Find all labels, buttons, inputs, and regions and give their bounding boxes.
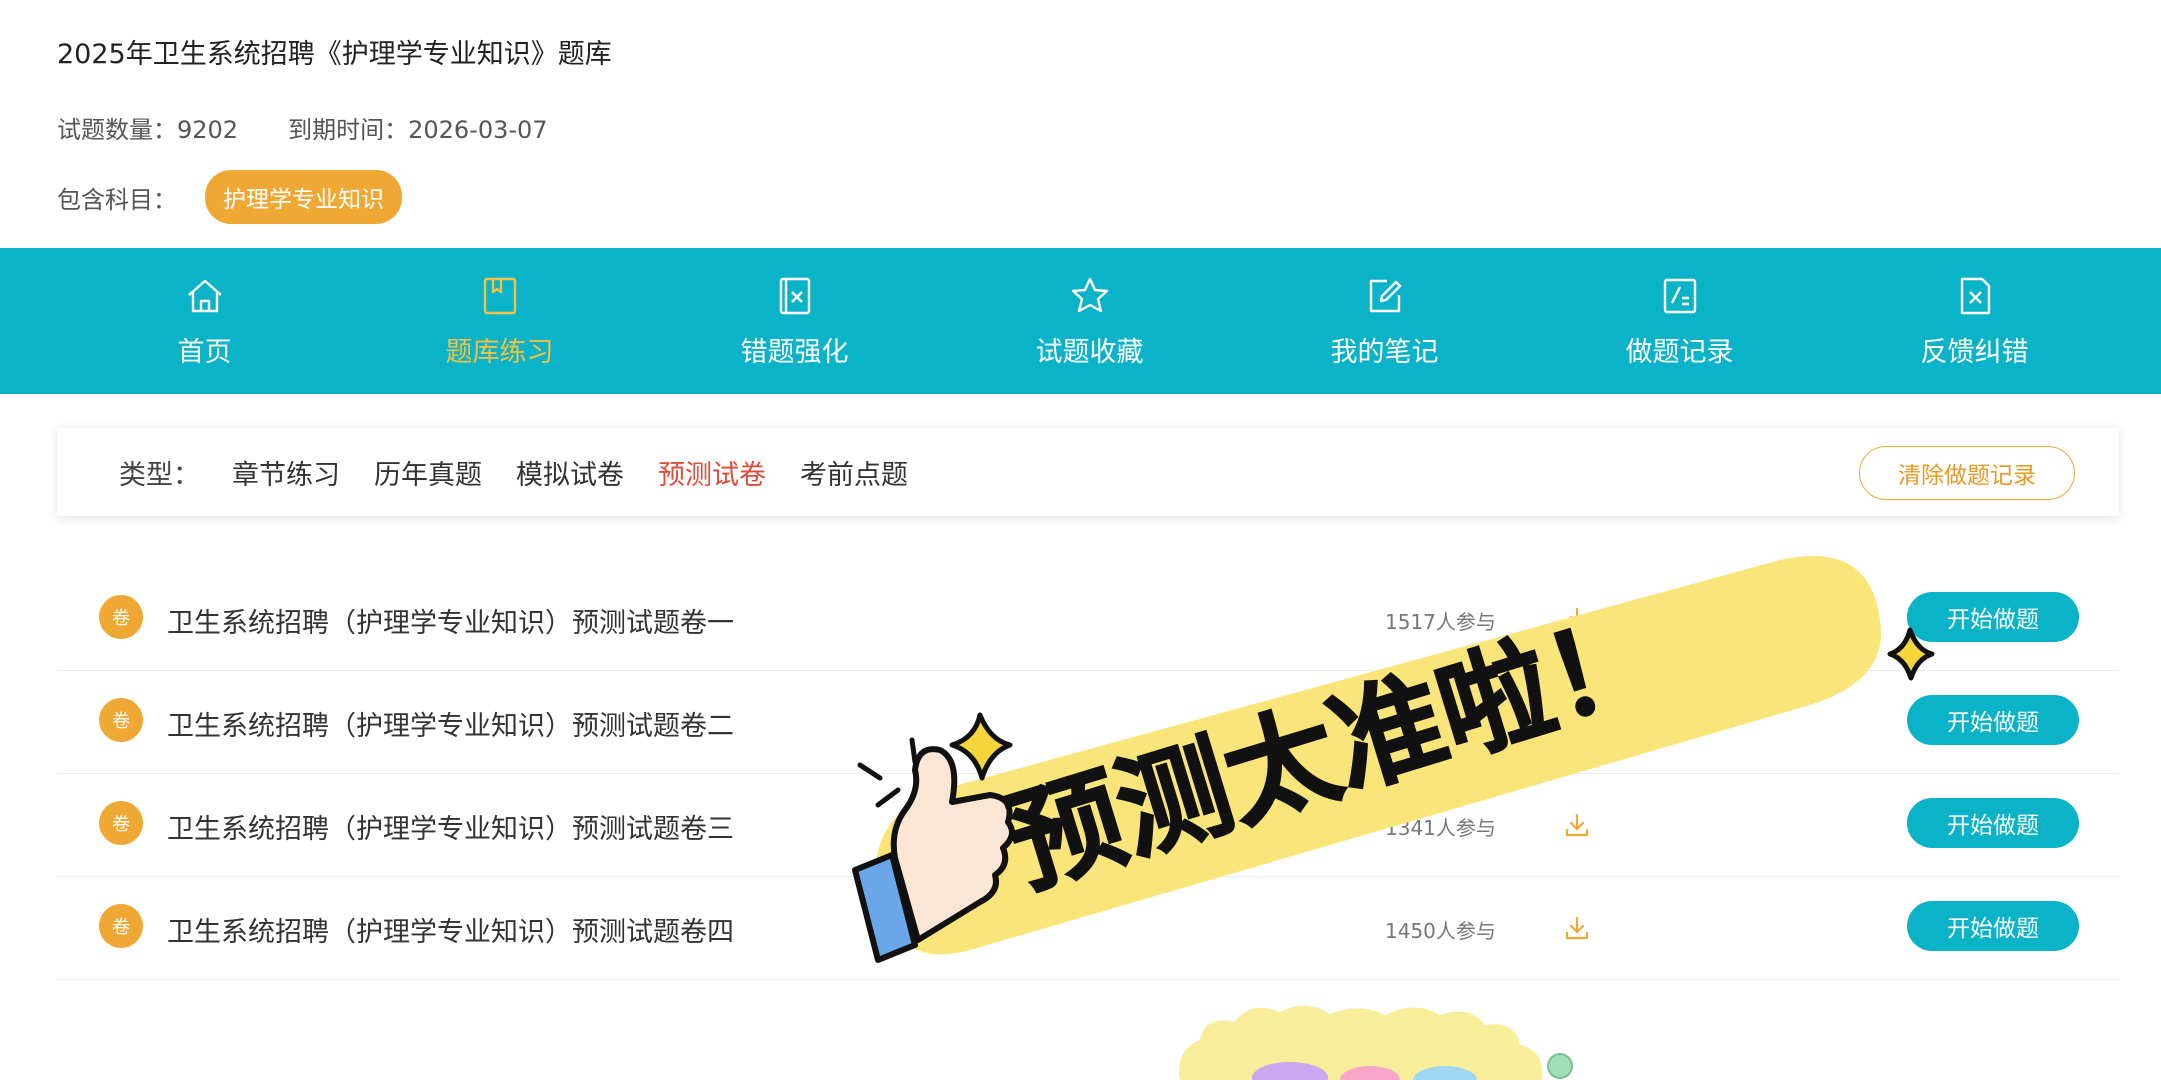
type-filter-bar: 类型： 章节练习 历年真题 模拟试卷 预测试卷 考前点题 清除做题记录 — [57, 428, 2119, 516]
nav-label: 错题强化 — [740, 336, 849, 368]
nav-feedback[interactable]: 反馈纠错 — [1827, 248, 2122, 394]
nav-label: 反馈纠错 — [1920, 336, 2029, 368]
nav-question-bank[interactable]: 题库练习 — [352, 248, 647, 394]
type-option-final-tips[interactable]: 考前点题 — [800, 453, 908, 492]
clear-records-button[interactable]: 清除做题记录 — [1859, 446, 2075, 500]
type-option-chapter[interactable]: 章节练习 — [232, 453, 340, 492]
edit-note-icon — [1369, 279, 1401, 312]
record-icon — [1663, 278, 1696, 313]
type-label: 类型： — [119, 459, 200, 491]
nav-wrong-questions[interactable]: 错题强化 — [647, 248, 942, 394]
meta-info: 试题数量：9202 到期时间：2026-03-07 — [57, 110, 548, 145]
sparkle-icon — [949, 712, 1013, 781]
nav-label: 我的笔记 — [1330, 336, 1439, 368]
nav-label: 题库练习 — [445, 336, 554, 368]
type-option-mock[interactable]: 模拟试卷 — [516, 453, 624, 492]
subjects-label: 包含科目： — [57, 185, 177, 214]
paper-title[interactable]: 卫生系统招聘（护理学专业知识）预测试题卷四 — [167, 910, 734, 949]
feedback-icon — [1960, 277, 1990, 314]
nav-label: 首页 — [177, 336, 232, 368]
nav-records[interactable]: 做题记录 — [1532, 248, 1827, 394]
paper-title[interactable]: 卫生系统招聘（护理学专业知识）预测试题卷二 — [167, 704, 734, 743]
subject-tag[interactable]: 护理学专业知识 — [205, 170, 402, 224]
nav-label: 做题记录 — [1625, 336, 1734, 368]
nav-home[interactable]: 首页 — [57, 248, 352, 394]
star-icon — [1071, 277, 1108, 312]
nav-notes[interactable]: 我的笔记 — [1237, 248, 1532, 394]
paper-badge: 卷 — [99, 595, 143, 639]
paper-title[interactable]: 卫生系统招聘（护理学专业知识）预测试题卷一 — [167, 601, 734, 640]
page-title: 2025年卫生系统招聘《护理学专业知识》题库 — [57, 39, 612, 70]
paper-badge: 卷 — [99, 904, 143, 948]
expire-date: 到期时间：2026-03-07 — [288, 116, 548, 144]
book-icon — [483, 277, 516, 314]
sparkle-icon — [1887, 627, 1935, 681]
question-count: 试题数量：9202 — [57, 116, 239, 144]
home-icon — [187, 279, 222, 312]
main-nav: 首页 题库练习 错题强化 试题收藏 我的笔记 做题记录 反馈纠错 — [0, 248, 2161, 394]
paper-title[interactable]: 卫生系统招聘（护理学专业知识）预测试题卷三 — [167, 807, 734, 846]
wrong-book-icon — [779, 277, 810, 314]
paper-badge: 卷 — [99, 801, 143, 845]
paper-badge: 卷 — [99, 698, 143, 742]
praise-sticker: 预测太准啦！ — [852, 556, 1935, 963]
header: 2025年卫生系统招聘《护理学专业知识》题库 试题数量：9202 到期时间：20… — [57, 0, 2057, 248]
motion-lines — [857, 737, 918, 808]
nav-label: 试题收藏 — [1035, 336, 1144, 368]
nav-favorites[interactable]: 试题收藏 — [942, 248, 1237, 394]
type-option-predict[interactable]: 预测试卷 — [658, 453, 766, 492]
subjects: 包含科目： 护理学专业知识 — [57, 170, 402, 224]
type-option-past-papers[interactable]: 历年真题 — [374, 453, 482, 492]
decorative-cloud — [1179, 1005, 1573, 1080]
